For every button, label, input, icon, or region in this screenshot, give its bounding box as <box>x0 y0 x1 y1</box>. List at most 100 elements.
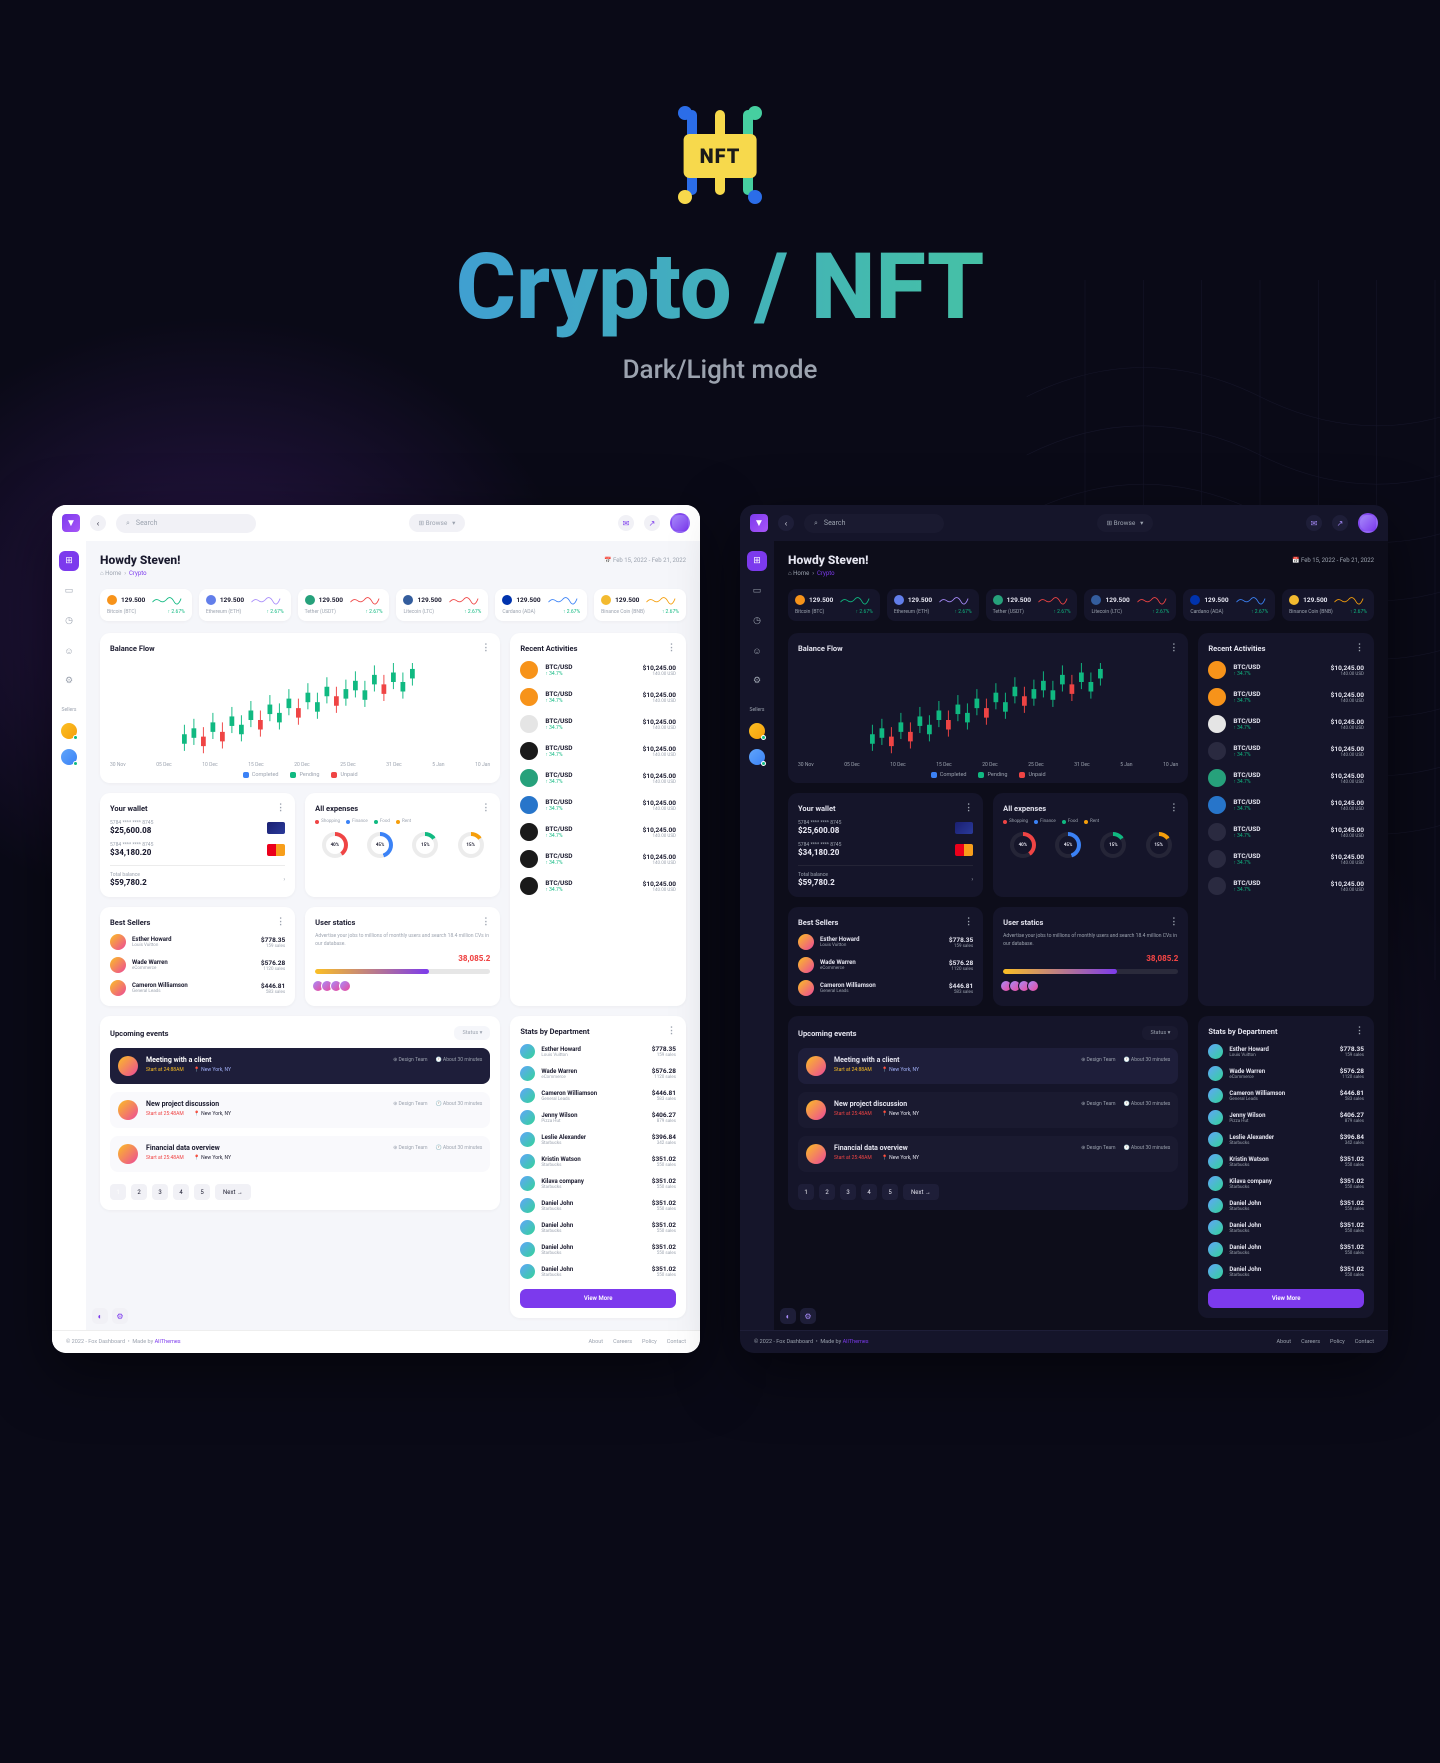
settings-fab[interactable]: ⚙ <box>112 1308 128 1324</box>
notification-icon[interactable]: ✉ <box>618 515 634 531</box>
ticker-card[interactable]: 129.500 Litecoin (LTC)↑ 2.67% <box>1084 589 1176 621</box>
footer-link[interactable]: Policy <box>642 1339 657 1345</box>
page-button[interactable]: 2 <box>131 1184 147 1200</box>
dept-row[interactable]: Kristin WatsonStarbucks $351.02550 sales <box>520 1154 676 1169</box>
ticker-card[interactable]: 129.500 Ethereum (ETH)↑ 2.67% <box>199 589 291 621</box>
sidebar-settings-icon[interactable]: ⚙ <box>747 671 767 691</box>
logo[interactable]: ▼ <box>62 514 80 532</box>
dept-row[interactable]: Jenny WilsonPizza Hut $406.27879 sales <box>520 1110 676 1125</box>
page-button[interactable]: 5 <box>194 1184 210 1200</box>
dept-row[interactable]: Daniel JohnStarbucks $351.02550 sales <box>520 1264 676 1279</box>
dept-row[interactable]: Daniel JohnStarbucks $351.02550 sales <box>520 1242 676 1257</box>
seller-row[interactable]: Cameron WilliamsonGeneral Leads $446.815… <box>110 980 285 996</box>
logo[interactable]: ▼ <box>750 514 768 532</box>
more-icon[interactable]: ⋮ <box>276 803 285 813</box>
date-range[interactable]: 📅 Feb 15, 2022 - Feb 21, 2022 <box>604 557 686 564</box>
seller-avatar[interactable] <box>61 749 77 765</box>
view-more-button[interactable]: View More <box>1208 1289 1364 1308</box>
page-button[interactable]: 2 <box>819 1184 835 1200</box>
ticker-card[interactable]: 129.500 Litecoin (LTC)↑ 2.67% <box>396 589 488 621</box>
page-button[interactable]: 4 <box>861 1184 877 1200</box>
settings-fab[interactable]: ⚙ <box>800 1308 816 1324</box>
browse-dropdown[interactable]: ⊞ Browse ▾ <box>409 514 466 532</box>
dept-row[interactable]: Leslie AlexanderStarbucks $396.84342 sal… <box>520 1132 676 1147</box>
ticker-card[interactable]: 129.500 Cardano (ADA)↑ 2.67% <box>1183 589 1275 621</box>
activity-item[interactable]: BTC/USD↑ 34.7% $10,245.00140.00 USD <box>520 742 676 760</box>
page-button[interactable]: 5 <box>882 1184 898 1200</box>
dept-row[interactable]: Wade WarreneCommerce $576.281120 sales <box>1208 1066 1364 1081</box>
search-input[interactable]: ⌕Search <box>804 514 944 533</box>
more-icon[interactable]: ⋮ <box>276 917 285 927</box>
more-icon[interactable]: ⋮ <box>667 1026 676 1036</box>
ticker-card[interactable]: 129.500 Tether (USDT)↑ 2.67% <box>986 589 1078 621</box>
event-item[interactable]: Meeting with a client ⊕ Design Team🕐 Abo… <box>110 1048 490 1084</box>
page-button[interactable]: 1 <box>110 1184 126 1200</box>
sidebar-dashboard-icon[interactable]: ⊞ <box>59 551 79 571</box>
ticker-card[interactable]: 129.500 Tether (USDT)↑ 2.67% <box>298 589 390 621</box>
user-avatar[interactable] <box>1358 513 1378 533</box>
footer-link[interactable]: About <box>1276 1339 1291 1345</box>
author-link[interactable]: AllThemes <box>843 1339 869 1345</box>
dept-row[interactable]: Daniel JohnStarbucks $351.02550 sales <box>1208 1242 1364 1257</box>
more-icon[interactable]: ⋮ <box>1355 1026 1364 1036</box>
activity-item[interactable]: BTC/USD↑ 34.7% $10,245.00140.00 USD <box>1208 742 1364 760</box>
page-button[interactable]: 1 <box>798 1184 814 1200</box>
event-item[interactable]: Meeting with a client ⊕ Design Team🕐 Abo… <box>798 1048 1178 1084</box>
user-avatar[interactable] <box>670 513 690 533</box>
footer-link[interactable]: Contact <box>667 1339 686 1345</box>
share-icon[interactable]: ↗ <box>1332 515 1348 531</box>
activity-item[interactable]: BTC/USD↑ 34.7% $10,245.00140.00 USD <box>520 877 676 895</box>
dept-row[interactable]: Kilava companyStarbucks $351.02550 sales <box>520 1176 676 1191</box>
dept-row[interactable]: Kristin WatsonStarbucks $351.02550 sales <box>1208 1154 1364 1169</box>
seller-row[interactable]: Esther HowardLouis Vuitton $778.35159 sa… <box>798 934 973 950</box>
footer-link[interactable]: Careers <box>613 1339 632 1345</box>
footer-link[interactable]: Policy <box>1330 1339 1345 1345</box>
back-button[interactable]: ‹ <box>90 515 106 531</box>
ticker-card[interactable]: 129.500 Bitcoin (BTC)↑ 2.67% <box>788 589 880 621</box>
more-icon[interactable]: ⋮ <box>1169 643 1178 653</box>
activity-item[interactable]: BTC/USD↑ 34.7% $10,245.00140.00 USD <box>1208 850 1364 868</box>
footer-link[interactable]: About <box>588 1339 603 1345</box>
sidebar-dashboard-icon[interactable]: ⊞ <box>747 551 767 571</box>
theme-toggle[interactable]: ◐ <box>92 1308 108 1324</box>
date-range[interactable]: 📅 Feb 15, 2022 - Feb 21, 2022 <box>1292 557 1374 564</box>
browse-dropdown[interactable]: ⊞ Browse ▾ <box>1097 514 1154 532</box>
page-button[interactable]: 3 <box>152 1184 168 1200</box>
expand-icon[interactable]: › <box>971 876 973 883</box>
event-item[interactable]: New project discussion ⊕ Design Team🕐 Ab… <box>798 1092 1178 1128</box>
ticker-card[interactable]: 129.500 Ethereum (ETH)↑ 2.67% <box>887 589 979 621</box>
dept-row[interactable]: Cameron WilliamsonGeneral Leads $446.815… <box>1208 1088 1364 1103</box>
activity-item[interactable]: BTC/USD↑ 34.7% $10,245.00140.00 USD <box>1208 796 1364 814</box>
seller-avatar[interactable] <box>749 749 765 765</box>
ticker-card[interactable]: 129.500 Cardano (ADA)↑ 2.67% <box>495 589 587 621</box>
seller-avatar[interactable] <box>61 723 77 739</box>
seller-row[interactable]: Esther HowardLouis Vuitton $778.35159 sa… <box>110 934 285 950</box>
back-button[interactable]: ‹ <box>778 515 794 531</box>
dept-row[interactable]: Kilava companyStarbucks $351.02550 sales <box>1208 1176 1364 1191</box>
activity-item[interactable]: BTC/USD↑ 34.7% $10,245.00140.00 USD <box>520 688 676 706</box>
more-icon[interactable]: ⋮ <box>481 643 490 653</box>
activity-item[interactable]: BTC/USD↑ 34.7% $10,245.00140.00 USD <box>520 715 676 733</box>
search-input[interactable]: ⌕Search <box>116 514 256 533</box>
ticker-card[interactable]: 129.500 Binance Coin (BNB)↑ 2.67% <box>594 589 686 621</box>
view-more-button[interactable]: View More <box>520 1289 676 1308</box>
sidebar-chart-icon[interactable]: ◷ <box>747 611 767 631</box>
dept-row[interactable]: Esther HowardLouis Vuitton $778.35159 sa… <box>520 1044 676 1059</box>
event-item[interactable]: New project discussion ⊕ Design Team🕐 Ab… <box>110 1092 490 1128</box>
notification-icon[interactable]: ✉ <box>1306 515 1322 531</box>
sidebar-wallet-icon[interactable]: ▭ <box>59 581 79 601</box>
more-icon[interactable]: ⋮ <box>667 643 676 653</box>
page-button[interactable]: 4 <box>173 1184 189 1200</box>
dept-row[interactable]: Leslie AlexanderStarbucks $396.84342 sal… <box>1208 1132 1364 1147</box>
sidebar-wallet-icon[interactable]: ▭ <box>747 581 767 601</box>
next-page-button[interactable]: Next → <box>215 1184 251 1200</box>
dept-row[interactable]: Cameron WilliamsonGeneral Leads $446.815… <box>520 1088 676 1103</box>
activity-item[interactable]: BTC/USD↑ 34.7% $10,245.00140.00 USD <box>1208 688 1364 706</box>
more-icon[interactable]: ⋮ <box>1169 917 1178 927</box>
more-icon[interactable]: ⋮ <box>1169 803 1178 813</box>
dept-row[interactable]: Wade WarreneCommerce $576.281120 sales <box>520 1066 676 1081</box>
dept-row[interactable]: Jenny WilsonPizza Hut $406.27879 sales <box>1208 1110 1364 1125</box>
seller-row[interactable]: Wade WarreneCommerce $576.281120 sales <box>798 957 973 973</box>
sidebar-settings-icon[interactable]: ⚙ <box>59 671 79 691</box>
seller-avatar[interactable] <box>749 723 765 739</box>
